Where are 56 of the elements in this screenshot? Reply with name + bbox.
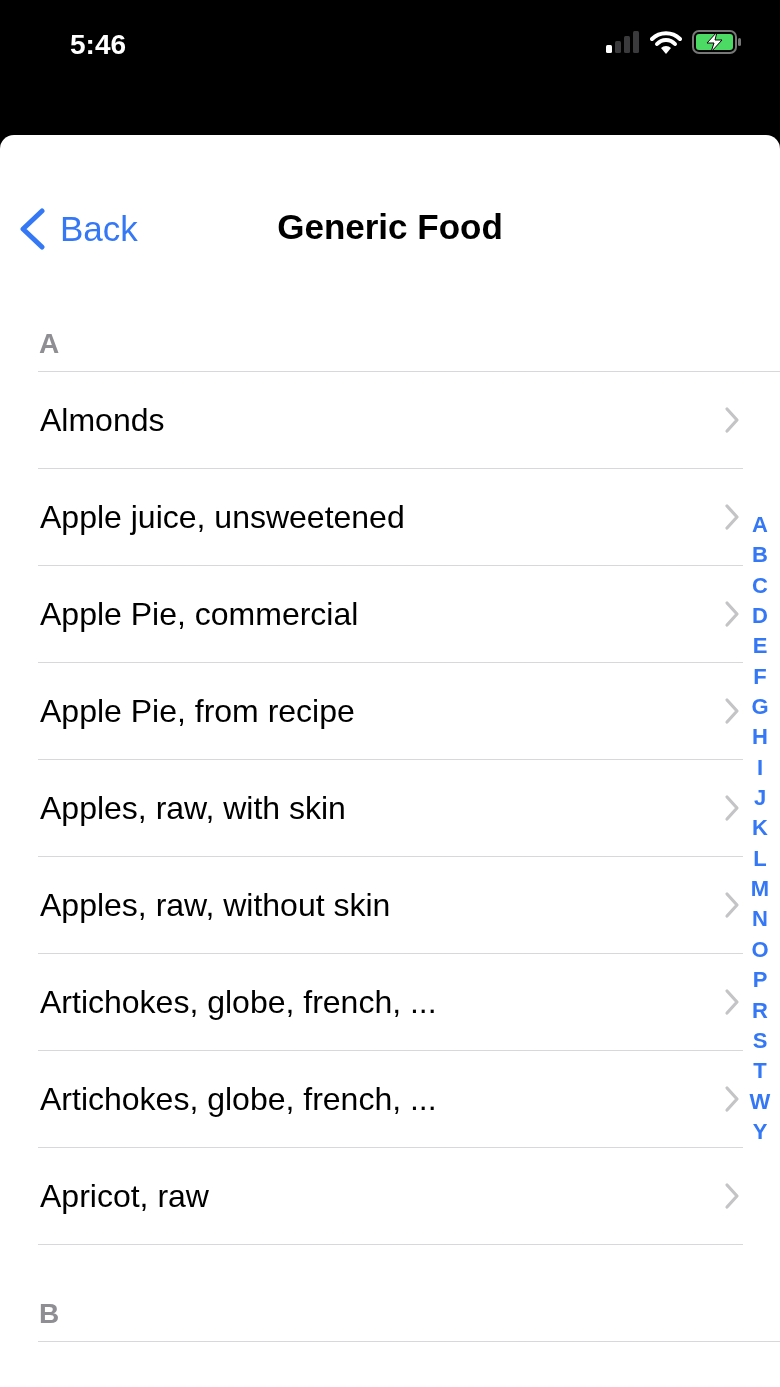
- chevron-icon: [724, 406, 740, 434]
- index-letter[interactable]: E: [746, 631, 774, 662]
- index-letter[interactable]: P: [746, 965, 774, 996]
- signal-icon: [606, 31, 640, 53]
- index-letter[interactable]: N: [746, 904, 774, 935]
- food-name: Apple Pie, from recipe: [40, 692, 355, 731]
- food-list-item[interactable]: Apples, raw, with skin: [38, 760, 743, 857]
- food-list-item[interactable]: Apple Pie, commercial: [38, 566, 743, 663]
- food-list-item[interactable]: Apple juice, unsweetened: [38, 469, 743, 566]
- food-name: Artichokes, globe, french, ...: [40, 1080, 437, 1119]
- back-button[interactable]: Back: [18, 203, 138, 256]
- food-list-item[interactable]: Apple Pie, from recipe: [38, 663, 743, 760]
- chevron-icon: [724, 697, 740, 725]
- food-list-item[interactable]: Apricot, raw: [38, 1148, 743, 1245]
- food-list-item[interactable]: Artichokes, globe, french, ...: [38, 954, 743, 1051]
- chevron-icon: [724, 503, 740, 531]
- status-time: 5:46: [70, 28, 127, 62]
- index-letter[interactable]: J: [746, 783, 774, 814]
- index-letter[interactable]: T: [746, 1056, 774, 1087]
- food-name: Apricot, raw: [40, 1177, 209, 1216]
- section-header: B: [39, 1296, 60, 1331]
- index-letter[interactable]: D: [746, 601, 774, 632]
- index-letter[interactable]: A: [746, 510, 774, 541]
- index-letter[interactable]: C: [746, 570, 774, 602]
- index-letter[interactable]: M: [746, 874, 774, 905]
- index-letter[interactable]: K: [746, 813, 774, 844]
- food-name: Artichokes, globe, french, ...: [40, 983, 437, 1022]
- index-letter[interactable]: H: [746, 722, 774, 753]
- food-name: Apple Pie, commercial: [40, 595, 359, 634]
- food-name: Apples, raw, with skin: [40, 789, 346, 828]
- chevron-icon: [724, 1085, 740, 1113]
- food-list-item[interactable]: Apples, raw, without skin: [38, 857, 743, 954]
- chevron-icon: [724, 891, 740, 919]
- chevron-icon: [724, 794, 740, 822]
- section-header: A: [39, 326, 60, 361]
- index-letter[interactable]: W: [746, 1086, 774, 1117]
- food-name: Almonds: [40, 401, 165, 440]
- index-letter[interactable]: R: [746, 995, 774, 1026]
- index-letter[interactable]: I: [746, 752, 774, 784]
- chevron-icon: [724, 600, 740, 628]
- chevron-icon: [724, 1182, 740, 1210]
- screen-title: Generic Food: [277, 206, 503, 249]
- index-letter[interactable]: B: [746, 540, 774, 571]
- chevron-icon: [724, 988, 740, 1016]
- food-name: Apple juice, unsweetened: [40, 498, 405, 537]
- food-name: Apples, raw, without skin: [40, 886, 391, 925]
- index-letter[interactable]: S: [746, 1025, 774, 1057]
- wifi-icon: [650, 30, 682, 54]
- index-letter[interactable]: F: [746, 661, 774, 693]
- index-letter[interactable]: Y: [746, 1116, 774, 1148]
- index-letter[interactable]: O: [746, 934, 774, 966]
- back-chevron-icon: [18, 208, 46, 251]
- food-list-item[interactable]: Almonds: [38, 372, 743, 469]
- index-letter[interactable]: G: [746, 692, 774, 723]
- index-letter[interactable]: L: [746, 843, 774, 875]
- food-list-item[interactable]: Artichokes, globe, french, ...: [38, 1051, 743, 1148]
